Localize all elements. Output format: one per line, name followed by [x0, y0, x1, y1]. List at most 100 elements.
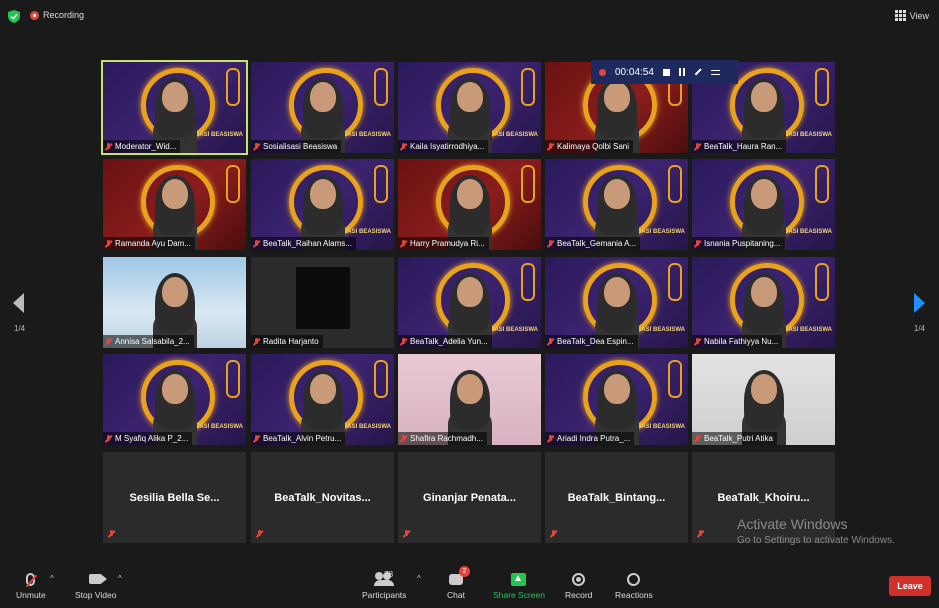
participant-name: BeaTalk_Novitas...	[274, 491, 371, 504]
participant-name: M Syafiq Alika P_2...	[115, 434, 189, 443]
participant-name: Kaila Isyatirrodhiya...	[410, 142, 485, 151]
participant-tile[interactable]: SOSIALISASI BEASISWA BeaTalk_Gemania A...	[545, 159, 688, 250]
participant-name-tag: Sosialisasi Beasiswa	[251, 140, 342, 153]
view-button[interactable]: View	[894, 10, 929, 21]
participant-name: BeaTalk_Gemania A...	[557, 239, 637, 248]
participant-name: Sesilia Bella Se...	[129, 491, 220, 504]
participant-name-tag: Kalimaya Qolbi Sani	[545, 140, 634, 153]
virtual-background-coil	[374, 165, 388, 203]
participant-name: Shafira Rachmadh...	[410, 434, 483, 443]
participants-options-caret-icon[interactable]: ^	[417, 574, 421, 583]
participant-name: BeaTalk_Dea Espin...	[557, 337, 634, 346]
participant-tile[interactable]: Ginanjar Penata...	[398, 452, 541, 543]
muted-mic-icon	[694, 142, 701, 151]
participant-name-tag: Kaila Isyatirrodhiya...	[398, 140, 489, 153]
participant-tile[interactable]: SOSIALISASI BEASISWA Isnania Puspitaning.…	[692, 159, 835, 250]
stop-video-button[interactable]: Stop Video	[75, 568, 116, 600]
participant-name-tag: Annisa Salsabila_2...	[103, 335, 194, 348]
virtual-background-coil	[374, 68, 388, 106]
muted-mic-icon	[550, 530, 557, 538]
unmute-button[interactable]: Unmute	[16, 568, 46, 600]
muted-mic-icon	[105, 337, 112, 346]
participant-tile[interactable]: SOSIALISASI BEASISWA BeaTalk_Raihan Alams…	[251, 159, 394, 250]
muted-mic-icon	[400, 142, 407, 151]
recording-control-bar: 00:04:54	[591, 60, 738, 84]
participant-name-tag: BeaTalk_Putri Atika	[692, 432, 777, 445]
camera-off-block	[296, 267, 350, 329]
recording-icon	[30, 10, 39, 20]
participant-tile[interactable]: Annisa Salsabila_2...	[103, 257, 246, 348]
participant-tile[interactable]: Radita Harjanto	[251, 257, 394, 348]
participant-name: Ginanjar Penata...	[423, 491, 516, 504]
participant-name: Isnania Puspitaning...	[704, 239, 781, 248]
recording-dot-icon	[599, 68, 606, 76]
participants-button[interactable]: 78 Participants	[362, 568, 406, 600]
participant-name-tag: BeaTalk_Alvin Petru...	[251, 432, 346, 445]
participant-name-tag: Ramanda Ayu Dam...	[103, 237, 195, 250]
participant-name: Harry Pramudya Ri...	[410, 239, 485, 248]
participant-tile[interactable]: SOSIALISASI BEASISWA BeaTalk_Adelia Yun..…	[398, 257, 541, 348]
virtual-background-coil	[521, 165, 535, 203]
participant-tile[interactable]: SOSIALISASI BEASISWA Sosialisasi Beasiswa	[251, 62, 394, 153]
leave-button[interactable]: Leave	[889, 576, 931, 596]
chat-button[interactable]: 2 Chat	[447, 566, 470, 600]
participant-tile[interactable]: BeaTalk_Bintang...	[545, 452, 688, 543]
microphone-muted-icon	[26, 572, 36, 586]
participant-tile[interactable]: BeaTalk_Novitas...	[251, 452, 394, 543]
participant-name-tag: Ariadi Indra Putra_...	[545, 432, 635, 445]
shield-icon[interactable]	[8, 10, 20, 23]
participant-tile[interactable]: Sesilia Bella Se...	[103, 452, 246, 543]
muted-mic-icon	[547, 434, 554, 443]
watermark-title: Activate Windows	[737, 516, 848, 532]
muted-mic-icon	[694, 337, 701, 346]
muted-mic-icon	[105, 142, 112, 151]
muted-mic-icon	[253, 239, 260, 248]
virtual-background-coil	[815, 165, 829, 203]
muted-mic-icon	[400, 337, 407, 346]
record-label: Record	[565, 590, 593, 600]
chat-label: Chat	[447, 590, 465, 600]
video-options-caret-icon[interactable]: ^	[118, 574, 122, 583]
stop-recording-icon[interactable]	[662, 68, 670, 76]
muted-mic-icon	[108, 530, 115, 538]
muted-mic-icon	[400, 434, 407, 443]
next-page-arrow-icon[interactable]	[914, 293, 925, 313]
page-indicator-left: 1/4	[14, 324, 26, 333]
virtual-background-coil	[668, 263, 682, 301]
participant-tile[interactable]: SOSIALISASI BEASISWA BeaTalk_Alvin Petru.…	[251, 354, 394, 445]
participant-name-tag: Moderator_Wid...	[103, 140, 181, 153]
muted-mic-icon	[105, 239, 112, 248]
participant-tile[interactable]: SOSIALISASI BEASISWA Ariadi Indra Putra_.…	[545, 354, 688, 445]
participant-tile[interactable]: SOSIALISASI BEASISWA BeaTalk_Dea Espin...	[545, 257, 688, 348]
participant-tile[interactable]: Shafira Rachmadh...	[398, 354, 541, 445]
virtual-background-coil	[521, 263, 535, 301]
muted-mic-icon	[253, 434, 260, 443]
share-screen-button[interactable]: Share Screen	[493, 568, 545, 600]
participant-name-tag: Isnania Puspitaning...	[692, 237, 785, 250]
participant-tile[interactable]: Ramanda Ayu Dam...	[103, 159, 246, 250]
share-screen-label: Share Screen	[493, 590, 545, 600]
participant-tile[interactable]: Harry Pramudya Ri...	[398, 159, 541, 250]
reactions-label: Reactions	[615, 590, 653, 600]
pause-recording-icon[interactable]	[678, 68, 685, 76]
view-label: View	[909, 10, 929, 21]
participant-tile[interactable]: SOSIALISASI BEASISWA M Syafiq Alika P_2..…	[103, 354, 246, 445]
muted-mic-icon	[256, 530, 263, 538]
menu-icon[interactable]	[710, 69, 720, 75]
previous-page-arrow-icon[interactable]	[13, 293, 24, 313]
participant-tile[interactable]: SOSIALISASI BEASISWA Moderator_Wid...	[101, 60, 248, 155]
reactions-button[interactable]: Reactions	[615, 568, 653, 600]
recording-indicator[interactable]: Recording	[30, 10, 84, 20]
audio-options-caret-icon[interactable]: ^	[50, 574, 54, 583]
participant-name-tag: BeaTalk_Raihan Alams...	[251, 237, 356, 250]
muted-mic-icon	[697, 530, 704, 538]
page-indicator-right: 1/4	[913, 324, 925, 333]
participant-name: BeaTalk_Adelia Yun...	[410, 337, 488, 346]
participant-tile[interactable]: SOSIALISASI BEASISWA Nabila Fathiyya Nu..…	[692, 257, 835, 348]
participant-tile[interactable]: BeaTalk_Putri Atika	[692, 354, 835, 445]
record-button[interactable]: Record	[565, 568, 592, 600]
virtual-background-coil	[815, 263, 829, 301]
annotate-pen-icon[interactable]	[694, 68, 702, 76]
participant-tile[interactable]: SOSIALISASI BEASISWA Kaila Isyatirrodhiya…	[398, 62, 541, 153]
participant-name: Nabila Fathiyya Nu...	[704, 337, 779, 346]
